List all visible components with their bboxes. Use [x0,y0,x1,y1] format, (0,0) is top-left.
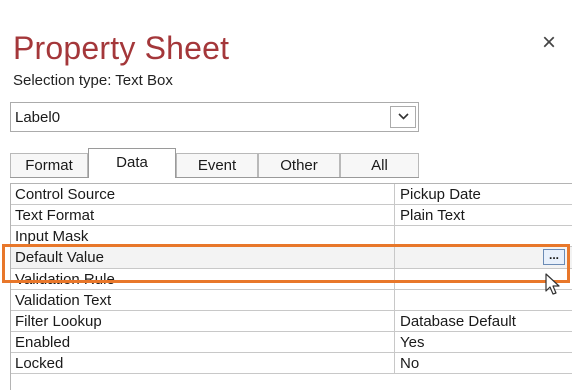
column-divider [394,353,395,374]
property-row-text-format[interactable]: Text Format Plain Text [11,205,572,226]
property-value[interactable]: Pickup Date [400,186,481,203]
close-icon[interactable]: × [538,31,560,55]
chevron-down-icon [398,113,409,120]
tab-event[interactable]: Event [176,153,258,177]
tab-all[interactable]: All [340,153,419,177]
property-name: Enabled [15,334,71,351]
mouse-pointer-icon [545,273,560,295]
property-name: Text Format [15,207,95,224]
property-name: Default Value [15,249,104,266]
property-row-validation-rule[interactable]: Validation Rule [11,269,572,290]
property-tabs: Format Data Event Other All [10,148,419,178]
column-divider [394,269,395,290]
property-name: Input Mask [15,228,89,245]
tab-divider [10,177,419,178]
property-name: Validation Rule [15,271,115,288]
column-divider [394,290,395,311]
property-value[interactable]: Yes [400,334,424,351]
property-row-control-source[interactable]: Control Source Pickup Date [11,184,572,205]
property-name: Control Source [15,186,116,203]
ellipsis-icon[interactable]: ... [543,249,565,265]
property-row-enabled[interactable]: Enabled Yes [11,332,572,353]
column-divider [394,311,395,332]
property-row-locked[interactable]: Locked No [11,353,572,374]
property-row-input-mask[interactable]: Input Mask [11,226,572,247]
property-row-default-value[interactable]: Default Value ... [11,247,572,269]
tab-other[interactable]: Other [258,153,340,177]
object-selector[interactable]: Label0 [10,102,419,132]
property-value[interactable]: Plain Text [400,207,465,224]
tab-data[interactable]: Data [88,148,176,178]
property-name: Filter Lookup [15,313,102,330]
property-row-validation-text[interactable]: Validation Text [11,290,572,311]
property-name: Locked [15,355,64,372]
property-name: Validation Text [15,292,112,309]
column-divider [394,226,395,247]
object-selector-dropdown-button[interactable] [390,106,416,128]
panel-title: Property Sheet [13,30,230,66]
object-selector-value: Label0 [15,109,61,126]
property-row-filter-lookup[interactable]: Filter Lookup Database Default [11,311,572,332]
property-value[interactable]: Database Default [400,313,516,330]
column-divider [394,205,395,226]
property-value[interactable]: No [400,355,419,372]
column-divider [394,247,395,268]
tab-format[interactable]: Format [10,153,88,177]
column-divider [394,332,395,353]
selection-type-label: Selection type: Text Box [13,72,173,89]
column-divider [394,184,395,205]
property-grid: Control Source Pickup Date Text Format P… [10,183,572,390]
